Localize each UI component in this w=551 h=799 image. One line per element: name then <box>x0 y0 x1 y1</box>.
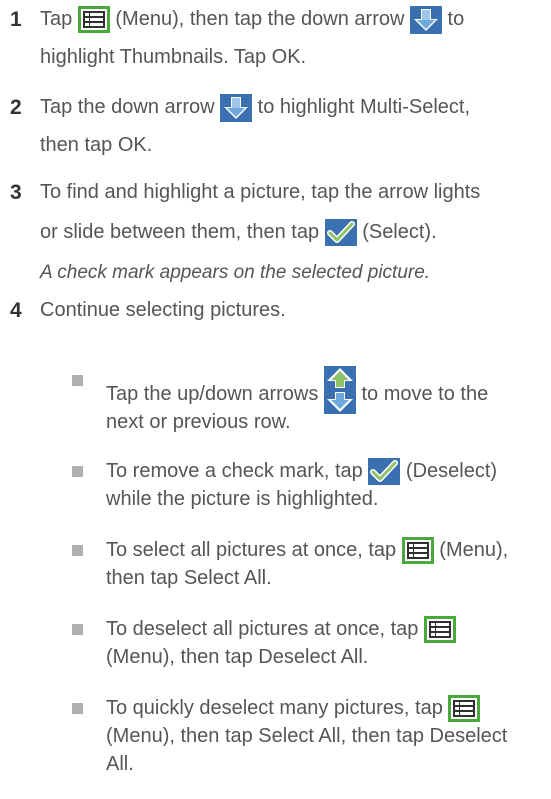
step-text: or slide between them, then tap <box>40 221 320 243</box>
step-number: 2 <box>10 96 22 119</box>
up-down-arrow-icon <box>323 366 356 414</box>
step-note: A check mark appears on the selected pic… <box>40 262 431 283</box>
step-number: 3 <box>10 181 22 204</box>
bullet-text: To remove a check mark, tap <box>106 460 363 482</box>
menu-icon <box>448 695 481 723</box>
step-line: To find and highlight a picture, tap the… <box>40 181 481 203</box>
bullet-line: To select all pictures at once, tap (Men… <box>106 536 508 565</box>
down-arrow-icon <box>220 93 253 122</box>
bullet-text: To quickly deselect many pictures, tap <box>106 697 443 719</box>
bullet-line: Tap the up/down arrows to move to the <box>106 366 488 414</box>
bullet-text: To deselect all pictures at once, tap <box>106 618 419 640</box>
step-line: Continue selecting pictures. <box>40 299 286 321</box>
bullet-line: To remove a check mark, tap (Deselect) <box>106 457 497 486</box>
step-line: highlight Thumbnails. Tap OK. <box>40 46 307 68</box>
bullet-line: then tap Select All. <box>106 567 272 589</box>
step-number: 1 <box>10 8 22 31</box>
bullet-text: to move to the <box>361 383 489 405</box>
bullet-line: (Menu), then tap Deselect All. <box>106 646 369 668</box>
bullet-text: (Menu), <box>439 539 509 561</box>
bullet-line: next or previous row. <box>106 411 291 433</box>
menu-icon <box>401 537 434 565</box>
bullet-marker <box>72 703 83 714</box>
step-text: (Select). <box>362 221 437 243</box>
bullet-text: To select all pictures at once, tap <box>106 539 397 561</box>
step-text: Tap the down arrow <box>40 96 215 118</box>
menu-icon <box>77 6 110 34</box>
bullet-line: To deselect all pictures at once, tap <box>106 615 456 644</box>
bullet-line: while the picture is highlighted. <box>106 488 379 510</box>
menu-icon <box>423 616 456 644</box>
step-line: Tap (Menu), then tap the down arrow to <box>40 5 464 34</box>
step-line: or slide between them, then tap (Select)… <box>40 218 437 247</box>
bullet-marker <box>72 545 83 556</box>
bullet-text: Tap the up/down arrows <box>106 383 319 405</box>
bullet-line: All. <box>106 753 134 775</box>
step-number: 4 <box>10 299 22 322</box>
step-text: to <box>447 8 465 30</box>
bullet-line: (Menu), then tap Select All, then tap De… <box>106 725 508 747</box>
step-line: Tap the down arrow to highlight Multi-Se… <box>40 93 470 122</box>
check-icon <box>324 219 357 247</box>
instructions-page: 1 Tap (Menu), then tap the down arrow to… <box>0 0 551 799</box>
step-text: (Menu), then tap the down arrow <box>115 8 405 30</box>
down-arrow-icon <box>409 5 442 34</box>
bullet-marker <box>72 624 83 635</box>
bullet-marker <box>72 375 83 386</box>
bullet-text: (Deselect) <box>405 460 498 482</box>
step-line: then tap OK. <box>40 134 153 156</box>
check-icon <box>368 458 401 486</box>
step-text: Tap <box>40 8 73 30</box>
bullet-marker <box>72 466 83 477</box>
bullet-line: To quickly deselect many pictures, tap <box>106 694 481 723</box>
step-text: to highlight Multi-Select, <box>257 96 470 118</box>
